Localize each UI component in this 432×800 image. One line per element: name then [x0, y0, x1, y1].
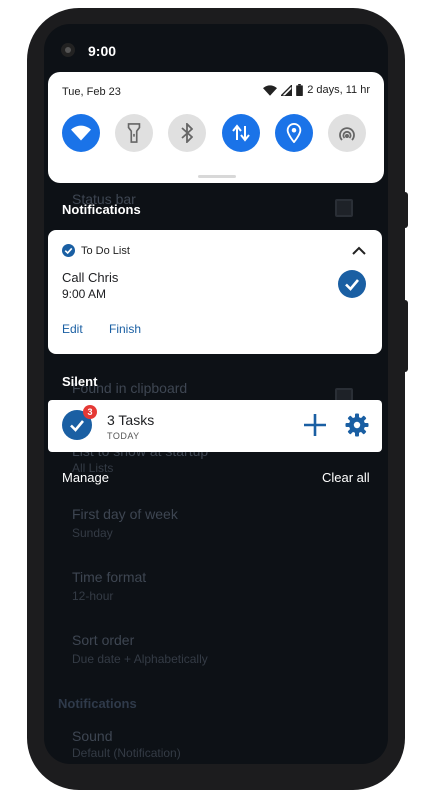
volume-button — [404, 192, 408, 228]
bg-item-sub: Default (Notification) — [72, 746, 181, 760]
bg-item-sub: 12-hour — [72, 589, 114, 603]
add-task-button[interactable] — [303, 413, 327, 437]
bg-item-title: Time format — [72, 569, 147, 585]
status-clock: 9:00 — [88, 43, 117, 59]
location-icon — [286, 123, 302, 143]
todo-notification-card[interactable]: To Do List Call Chris 9:00 AM Edit Finis… — [48, 230, 382, 354]
notification-title: Call Chris — [62, 270, 119, 285]
complete-task-button[interactable] — [338, 270, 366, 298]
bg-item-sub: Sunday — [72, 526, 113, 540]
qs-date: Tue, Feb 23 — [62, 86, 121, 98]
app-check-icon — [62, 244, 75, 257]
power-button — [404, 300, 408, 372]
flashlight-tile[interactable] — [115, 114, 153, 152]
check-icon — [70, 420, 84, 432]
notification-app-row: To Do List — [62, 244, 130, 257]
tasks-title: 3 Tasks — [107, 412, 155, 428]
location-tile[interactable] — [275, 114, 313, 152]
edit-button[interactable]: Edit — [62, 322, 83, 336]
flashlight-icon — [127, 123, 141, 143]
notification-time: 9:00 AM — [62, 287, 107, 301]
notifications-heading: Notifications — [62, 202, 141, 217]
wifi-icon — [71, 125, 91, 141]
chevron-up-icon[interactable] — [352, 246, 366, 255]
battery-icon — [296, 84, 304, 96]
check-icon — [345, 279, 359, 291]
settings-gear-icon[interactable] — [345, 413, 369, 437]
bluetooth-tile[interactable] — [168, 114, 206, 152]
bg-item-title: Sort order — [72, 632, 135, 648]
tasks-subtitle: TODAY — [107, 431, 140, 441]
mobile-data-tile[interactable] — [222, 114, 260, 152]
screen: Status bar Found in clipboard List to sh… — [44, 24, 388, 764]
bg-item-sub: Due date + Alphabetically — [72, 652, 208, 666]
qs-status-icons: 2 days, 11 hr — [263, 84, 370, 96]
wifi-tile[interactable] — [62, 114, 100, 152]
qs-drag-handle[interactable] — [198, 175, 236, 178]
bluetooth-icon — [181, 123, 193, 143]
finish-button[interactable]: Finish — [109, 322, 141, 336]
quick-settings-panel: Tue, Feb 23 2 days, 11 hr — [48, 72, 384, 183]
wifi-status-icon — [263, 84, 278, 96]
front-camera — [61, 43, 75, 57]
battery-remaining: 2 days, 11 hr — [307, 84, 370, 96]
hotspot-icon — [339, 127, 355, 141]
hotspot-tile[interactable] — [328, 114, 366, 152]
bg-section-title: Notifications — [58, 696, 137, 711]
mobile-data-icon — [232, 124, 250, 142]
tasks-notification-card[interactable]: 3 3 Tasks TODAY — [48, 400, 382, 452]
signal-icon — [281, 84, 293, 96]
bg-item-title: First day of week — [72, 506, 178, 522]
silent-heading: Silent — [62, 374, 98, 389]
clear-all-button[interactable]: Clear all — [322, 470, 370, 485]
task-count-badge: 3 — [83, 405, 97, 419]
status-bar: 9:00 — [44, 24, 388, 68]
app-name: To Do List — [81, 244, 130, 257]
bg-item-title: Sound — [72, 728, 113, 744]
bg-checkbox — [335, 199, 353, 217]
manage-button[interactable]: Manage — [62, 470, 109, 485]
